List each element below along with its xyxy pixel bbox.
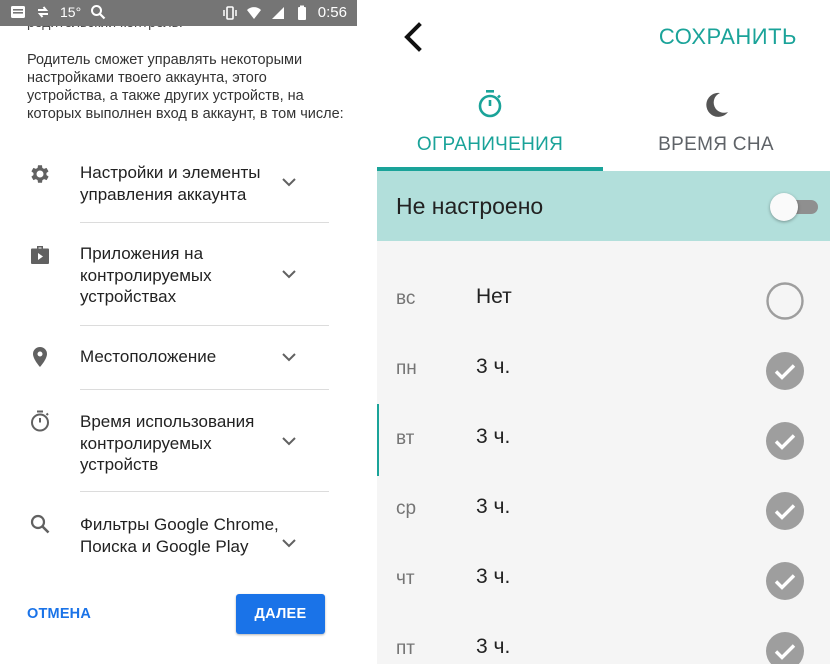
timer-icon bbox=[31, 410, 49, 432]
data-sync-icon bbox=[37, 6, 49, 18]
limits-status-row[interactable]: Не настроено bbox=[377, 171, 830, 241]
check-circle-icon[interactable] bbox=[765, 491, 805, 531]
permission-label: Местоположение bbox=[80, 347, 217, 366]
unchecked-circle-icon[interactable] bbox=[765, 281, 805, 321]
intro-paragraph: Родитель сможет управлять некоторыми нас… bbox=[27, 52, 344, 122]
app-briefcase-icon bbox=[31, 246, 49, 264]
chevron-down-icon[interactable] bbox=[280, 534, 298, 552]
check-circle-icon[interactable] bbox=[765, 561, 805, 601]
gear-icon bbox=[31, 165, 49, 183]
consent-screen: 15° 0:56 родительский контроль. Родитель… bbox=[0, 0, 357, 664]
notification-icon bbox=[11, 6, 25, 18]
check-circle-icon[interactable] bbox=[765, 631, 805, 664]
tab-label: ВРЕМЯ СНА bbox=[658, 134, 774, 155]
permission-label: Настройки и элементы управления аккаунта bbox=[80, 163, 261, 204]
divider bbox=[80, 389, 329, 390]
dialog-footer: ОТМЕНА ДАЛЕЕ bbox=[0, 572, 357, 664]
tab-label: ОГРАНИЧЕНИЯ bbox=[416, 134, 564, 155]
tab-limits[interactable]: ОГРАНИЧЕНИЯ bbox=[377, 84, 603, 172]
chevron-down-icon[interactable] bbox=[280, 265, 298, 283]
day-row[interactable]: пн 3 ч. bbox=[377, 335, 830, 405]
permission-label: Приложения на контролируемых устройствах bbox=[80, 244, 212, 306]
permission-label: Время использования контролируемых устро… bbox=[80, 412, 255, 474]
divider bbox=[80, 491, 329, 492]
day-name: пн bbox=[396, 358, 417, 379]
next-button[interactable]: ДАЛЕЕ bbox=[236, 594, 325, 634]
tab-bedtime[interactable]: ВРЕМЯ СНА bbox=[603, 84, 829, 172]
battery-icon bbox=[297, 5, 306, 20]
divider bbox=[80, 222, 329, 223]
temperature-text: 15° bbox=[60, 4, 82, 20]
day-limit: 3 ч. bbox=[476, 495, 511, 518]
day-name: чт bbox=[396, 568, 415, 589]
back-arrow-icon[interactable] bbox=[399, 20, 427, 54]
save-button[interactable]: СОХРАНИТЬ bbox=[659, 24, 797, 50]
day-row[interactable]: пт 3 ч. bbox=[377, 615, 830, 664]
chevron-down-icon[interactable] bbox=[280, 432, 298, 450]
limits-toggle[interactable] bbox=[770, 192, 824, 221]
moon-icon bbox=[706, 92, 728, 117]
day-name: пт bbox=[396, 638, 415, 659]
status-text: Не настроено bbox=[396, 193, 544, 219]
chevron-down-icon[interactable] bbox=[280, 348, 298, 366]
vibrate-icon bbox=[223, 5, 237, 20]
location-pin-icon bbox=[33, 347, 47, 367]
cancel-button[interactable]: ОТМЕНА bbox=[27, 606, 91, 622]
day-list: вс Нет пн 3 ч. вт 3 ч. ср 3 ч. чт 3 ч. п… bbox=[377, 241, 830, 664]
search-icon bbox=[91, 5, 106, 20]
day-name: вс bbox=[396, 288, 416, 309]
screen-time-settings: СОХРАНИТЬ ОГРАНИЧЕНИЯ ВРЕМЯ СНА Не настр… bbox=[377, 0, 830, 664]
day-row[interactable]: вт 3 ч. bbox=[377, 405, 830, 475]
wifi-icon bbox=[246, 6, 261, 19]
day-name: ср bbox=[396, 498, 417, 519]
status-bar: 15° 0:56 bbox=[0, 0, 357, 26]
chevron-down-icon[interactable] bbox=[280, 173, 298, 191]
signal-icon bbox=[271, 6, 284, 19]
day-row[interactable]: ср 3 ч. bbox=[377, 475, 830, 545]
edge-accent-line bbox=[377, 404, 379, 476]
day-name: вт bbox=[396, 428, 415, 449]
clock-text: 0:56 bbox=[317, 4, 347, 21]
timer-icon bbox=[478, 90, 502, 118]
check-circle-icon[interactable] bbox=[765, 421, 805, 461]
day-row[interactable]: вс Нет bbox=[377, 265, 830, 335]
day-limit: 3 ч. bbox=[476, 635, 511, 658]
day-limit: 3 ч. bbox=[476, 565, 511, 588]
permission-label: Фильтры Google Chrome, Поиска и Google P… bbox=[80, 515, 279, 556]
toggle-thumb bbox=[770, 193, 798, 221]
search-icon bbox=[30, 514, 50, 534]
day-limit: Нет bbox=[476, 285, 512, 308]
day-row[interactable]: чт 3 ч. bbox=[377, 545, 830, 615]
day-limit: 3 ч. bbox=[476, 425, 511, 448]
divider bbox=[80, 325, 329, 326]
check-circle-icon[interactable] bbox=[765, 351, 805, 391]
day-limit: 3 ч. bbox=[476, 355, 511, 378]
